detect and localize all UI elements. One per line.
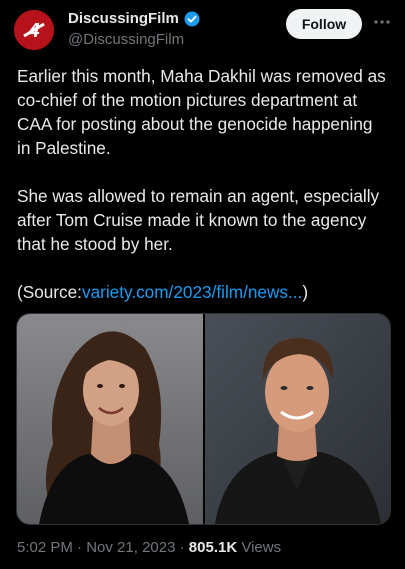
- tweet-meta: 5:02 PM · Nov 21, 2023 · 805.1K Views: [17, 539, 281, 556]
- follow-button[interactable]: Follow: [286, 9, 362, 39]
- source-prefix: (Source:: [17, 282, 82, 302]
- tweet-date[interactable]: Nov 21, 2023: [86, 539, 175, 556]
- views-count[interactable]: 805.1K: [189, 539, 237, 556]
- discussingfilm-logo-icon: 4: [14, 10, 54, 50]
- user-handle[interactable]: @DiscussingFilm: [68, 31, 184, 48]
- tweet-source: (Source:variety.com/2023/film/news...): [17, 280, 389, 304]
- tweet-paragraph: Earlier this month, Maha Dakhil was remo…: [17, 66, 386, 158]
- tweet-media[interactable]: [16, 313, 391, 525]
- more-options-icon[interactable]: [370, 12, 394, 32]
- source-suffix: ): [302, 282, 309, 302]
- separator: ·: [72, 539, 87, 556]
- source-link[interactable]: variety.com/2023/film/news...: [82, 282, 302, 302]
- separator: ·: [175, 539, 189, 556]
- tweet-text: Earlier this month, Maha Dakhil was remo…: [17, 64, 389, 328]
- display-name[interactable]: DiscussingFilm: [68, 10, 179, 27]
- verified-badge-icon: [184, 11, 200, 26]
- avatar[interactable]: 4: [14, 10, 54, 50]
- woman-portrait-photo[interactable]: [17, 314, 203, 524]
- tweet-header: 4 DiscussingFilm @DiscussingFilm Follow: [0, 0, 405, 60]
- views-label: Views: [237, 539, 282, 556]
- tweet-paragraph: She was allowed to remain an agent, espe…: [17, 186, 380, 254]
- tweet-time[interactable]: 5:02 PM: [17, 539, 73, 556]
- man-portrait-photo[interactable]: [204, 314, 391, 524]
